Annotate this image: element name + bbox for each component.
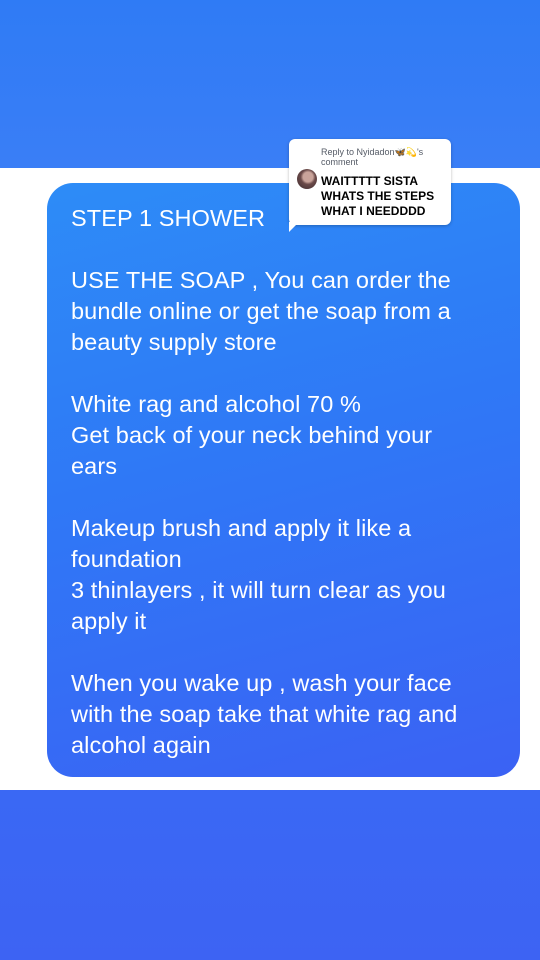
note-line: with the soap take that white rag and	[71, 701, 458, 727]
butterfly-sparkle-icon: 🦋💫	[394, 147, 417, 157]
reply-body-line: WHATS THE STEPS	[321, 189, 435, 203]
reply-header-comment: comment	[321, 156, 359, 167]
note-line: When you wake up , wash your face	[71, 670, 452, 696]
note-line: 3 thinlayers , it will turn clear as you	[71, 577, 446, 603]
avatar[interactable]	[297, 169, 317, 189]
note-line: ears	[71, 453, 118, 479]
note-line: Get back of your neck behind your	[71, 422, 433, 448]
reply-body-line: WAITTTTT SISTA	[321, 174, 419, 188]
reply-body: WAITTTTT SISTA WHATS THE STEPS WHAT I NE…	[321, 174, 447, 219]
reply-bubble-tail	[289, 222, 299, 232]
note-line: Makeup brush and apply it like a	[71, 515, 412, 541]
note-line: beauty supply store	[71, 329, 277, 355]
note-line: White rag and alcohol 70 %	[71, 391, 361, 417]
note-card: STEP 1 SHOWER USE THE SOAP , You can ord…	[47, 183, 520, 777]
reply-body-line: WHAT I NEEDDDD	[321, 204, 426, 218]
reply-comment-bubble[interactable]: Reply to Nyidadon🦋💫's comment WAITTTTT S…	[289, 139, 451, 225]
background-band-top	[0, 0, 540, 168]
note-line: alcohol again	[71, 732, 211, 758]
background-band-bottom	[0, 790, 540, 960]
reply-header: Reply to Nyidadon🦋💫's comment	[321, 147, 447, 167]
note-line: USE THE SOAP , You can order the	[71, 267, 451, 293]
reply-header-suffix: 's	[416, 147, 424, 157]
reply-header-prefix: Reply to Nyidadon	[321, 147, 395, 157]
note-line: apply it	[71, 608, 147, 634]
note-line: bundle online or get the soap from a	[71, 298, 451, 324]
note-line: foundation	[71, 546, 182, 572]
